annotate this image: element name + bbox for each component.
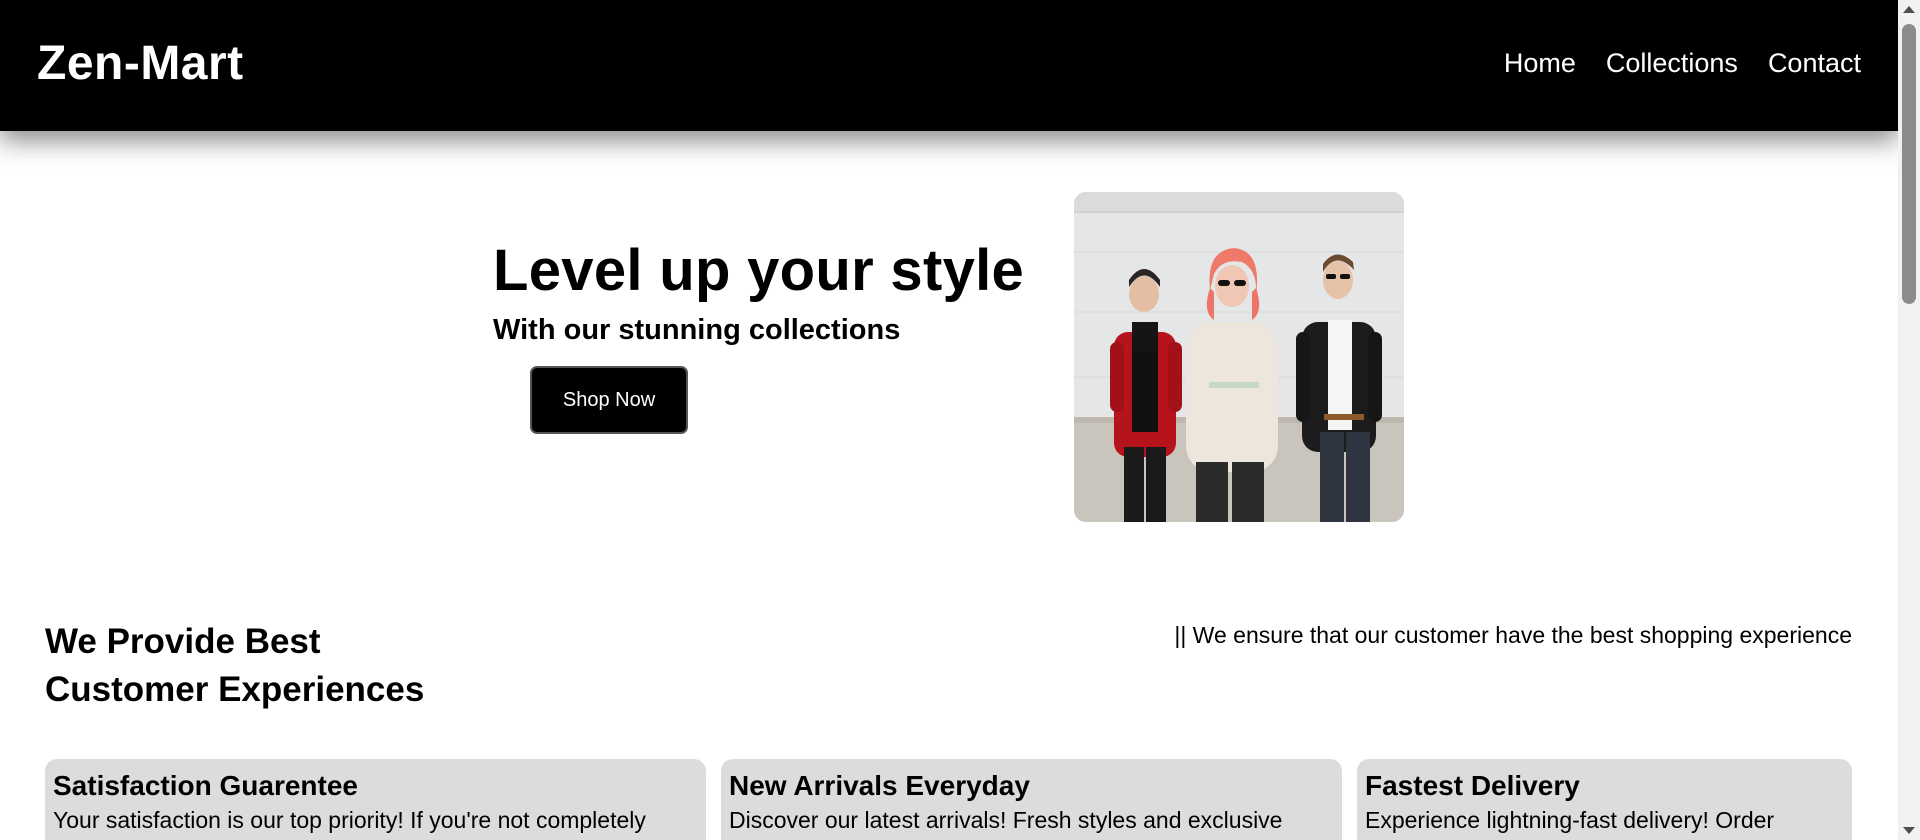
shop-now-button[interactable]: Shop Now	[530, 366, 688, 434]
feature-card-title: Satisfaction Guarentee	[53, 770, 358, 801]
vertical-scrollbar[interactable]	[1898, 0, 1920, 840]
scroll-up-arrow-icon[interactable]	[1903, 6, 1915, 13]
navbar: Zen-Mart Home Collections Contact	[0, 0, 1898, 131]
feature-card-title: Fastest Delivery	[1365, 770, 1580, 801]
hero-subtitle: With our stunning collections	[493, 314, 901, 346]
feature-card-title: New Arrivals Everyday	[729, 770, 1030, 801]
scroll-thumb[interactable]	[1902, 24, 1916, 304]
nav-link-collections[interactable]: Collections	[1606, 46, 1738, 80]
feature-card-new-arrivals: New Arrivals Everyday Discover our lates…	[721, 759, 1342, 840]
section-note: || We ensure that our customer have the …	[1174, 622, 1852, 648]
section-heading-line-2: Customer Experiences	[45, 670, 425, 709]
section-heading-line-1: We Provide Best	[45, 622, 321, 661]
nav-link-contact[interactable]: Contact	[1768, 46, 1861, 80]
nav-link-home[interactable]: Home	[1504, 46, 1576, 80]
browser-viewport: Zen-Mart Home Collections Contact Level …	[0, 0, 1920, 840]
hero-image	[1074, 192, 1404, 522]
brand-logo[interactable]: Zen-Mart	[37, 36, 244, 92]
fashion-group-photo	[1074, 192, 1404, 522]
nav-links: Home Collections Contact	[1504, 46, 1861, 80]
hero-text: Level up your style With our stunning co…	[493, 236, 1024, 348]
feature-card-satisfaction: Satisfaction Guarentee Your satisfaction…	[45, 759, 706, 840]
feature-card-delivery: Fastest Delivery Experience lightning-fa…	[1357, 759, 1852, 840]
section-heading: We Provide Best Customer Experiences	[45, 618, 424, 714]
scroll-down-arrow-icon[interactable]	[1903, 827, 1915, 834]
feature-card-text: Your satisfaction is our top priority! I…	[53, 807, 646, 833]
page: Zen-Mart Home Collections Contact Level …	[0, 0, 1898, 840]
hero-title: Level up your style	[493, 238, 1025, 303]
feature-card-text: Experience lightning-fast delivery! Orde…	[1365, 807, 1775, 833]
feature-card-text: Discover our latest arrivals! Fresh styl…	[729, 807, 1283, 833]
